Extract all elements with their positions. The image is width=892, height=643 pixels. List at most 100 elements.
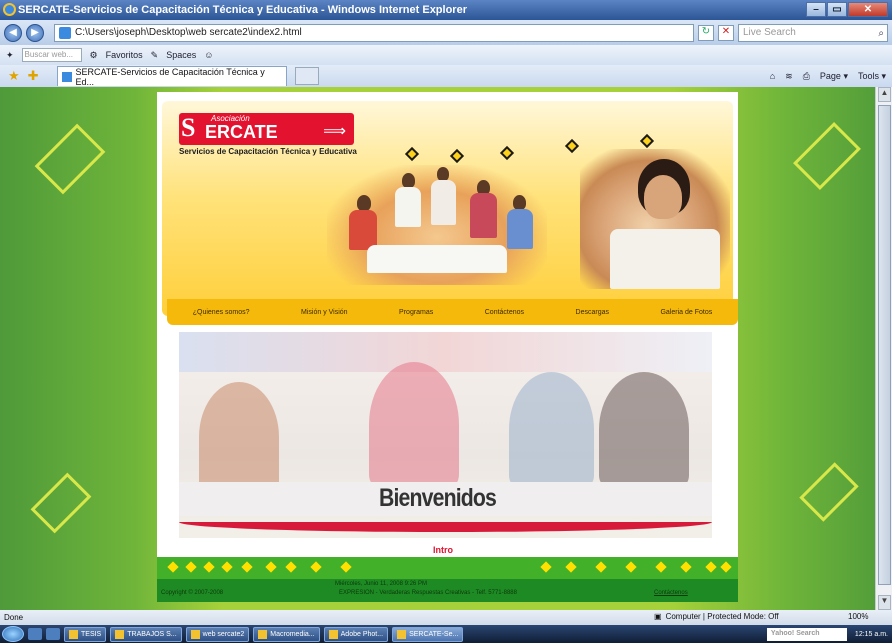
window-controls: – ▭ ✕ — [806, 2, 888, 17]
search-icon[interactable]: ⌕ — [878, 26, 884, 42]
toolbar-favorites[interactable]: Favoritos — [106, 50, 143, 60]
toolbar-pencil-icon[interactable]: ✎ — [151, 50, 159, 61]
nav-galeria-fotos[interactable]: Galeria de Fotos — [660, 309, 712, 316]
taskbar-button[interactable]: Macromedia... — [253, 626, 320, 642]
status-bar: Done ▣ Computer | Protected Mode: Off 10… — [0, 610, 892, 625]
banner-person — [509, 372, 594, 487]
tools-menu[interactable]: Tools ▾ — [858, 71, 886, 82]
macromedia-icon — [258, 629, 268, 639]
nav-programas[interactable]: Programas — [399, 309, 433, 316]
computer-icon: ▣ — [654, 612, 662, 621]
footer-diamond-icon — [241, 561, 253, 573]
stop-button[interactable]: ✕ — [718, 24, 734, 41]
quick-launch-ie-icon[interactable] — [28, 628, 42, 640]
intro-link[interactable]: Intro — [433, 545, 453, 555]
header-diamond-icon — [564, 138, 580, 154]
scroll-down-arrow-icon[interactable]: ▼ — [878, 595, 891, 610]
page-menu[interactable]: Page ▾ — [820, 71, 848, 82]
print-icon[interactable]: ⎙ — [803, 71, 810, 82]
tab-title: SERCATE-Servicios de Capacitación Técnic… — [75, 66, 265, 87]
folder-icon — [115, 629, 125, 639]
quick-launch-desktop-icon[interactable] — [46, 628, 60, 640]
refresh-button[interactable]: ↻ — [698, 24, 714, 41]
system-clock: 12:15 a.m. — [854, 630, 888, 638]
add-favorite-icon[interactable]: ✚ — [28, 68, 39, 84]
person-body — [507, 209, 533, 249]
back-button[interactable]: ◀ — [4, 23, 22, 42]
banner-stripe — [179, 522, 712, 532]
nav-descargas[interactable]: Descargas — [576, 309, 609, 316]
zone-text: Computer | Protected Mode: Off — [665, 612, 779, 621]
footer-contact-link[interactable]: Contáctenos — [654, 590, 688, 596]
person-body — [395, 187, 421, 227]
tab-sercate[interactable]: SERCATE-Servicios de Capacitación Técnic… — [56, 66, 287, 87]
person-head — [402, 173, 415, 188]
footer-diamond-icon — [680, 561, 692, 573]
footer-diamond-icon — [310, 561, 322, 573]
person-body — [470, 193, 497, 238]
nav-contactenos[interactable]: Contáctenos — [485, 309, 524, 316]
taskbar-button[interactable]: web sercate2 — [185, 626, 250, 642]
toolbar-spaces[interactable]: Spaces — [166, 50, 196, 60]
footer-diamond-icon — [540, 561, 552, 573]
address-field[interactable]: C:\Users\joseph\Desktop\web sercate2\ind… — [54, 23, 694, 42]
banner-person — [599, 372, 689, 487]
toolbar-logo-icon: ✦ — [6, 49, 14, 60]
home-icon[interactable]: ⌂ — [770, 71, 775, 82]
logo-s: S — [181, 113, 196, 142]
page-icon — [59, 26, 71, 39]
minimize-button[interactable]: – — [806, 2, 826, 17]
taskbar-button[interactable]: TRABAJOS S... — [110, 626, 182, 642]
new-tab-button[interactable] — [294, 67, 319, 85]
woman-blouse — [610, 229, 720, 289]
start-button[interactable] — [2, 626, 24, 642]
scroll-thumb[interactable] — [878, 105, 891, 585]
footer-diamond-icon — [167, 561, 179, 573]
footer-pattern-band — [157, 557, 738, 579]
taskbar-button[interactable]: Adobe Phot... — [323, 626, 389, 642]
footer-diamond-icon — [720, 561, 732, 573]
footer-diamond-icon — [285, 561, 297, 573]
toolbar-people-icon[interactable]: ☺ — [204, 50, 213, 60]
site-tagline: Servicios de Capacitación Técnica y Educ… — [179, 147, 357, 156]
taskbar-label: Adobe Phot... — [340, 630, 384, 638]
toolbar-search-input[interactable]: Buscar web... — [21, 48, 82, 62]
close-button[interactable]: ✕ — [848, 2, 888, 17]
footer-diamond-icon — [185, 561, 197, 573]
footer-diamond-icon — [340, 561, 352, 573]
person-head — [437, 167, 449, 181]
bg-diamond-right-bottom — [799, 462, 859, 522]
sercate-logo[interactable]: S Asociación ERCATE ⟹ — [179, 113, 354, 145]
address-url: C:\Users\joseph\Desktop\web sercate2\ind… — [75, 27, 302, 38]
toolbar-tools-icon[interactable]: ⚙ — [90, 50, 98, 61]
yahoo-search-input[interactable]: Yahoo! Search — [766, 627, 847, 641]
welcome-heading: Bienvenidos — [379, 484, 497, 512]
person-head — [513, 195, 526, 210]
nav-mision-vision[interactable]: Misión y Visión — [301, 309, 348, 316]
footer-diamond-icon — [221, 561, 233, 573]
address-toolbar: ◀ ▶ C:\Users\joseph\Desktop\web sercate2… — [0, 20, 892, 45]
feeds-icon[interactable]: ≋ — [785, 71, 793, 82]
bg-diamond-left-bottom — [30, 472, 92, 534]
taskbar-button[interactable]: TESIS — [64, 626, 107, 642]
maximize-button[interactable]: ▭ — [827, 2, 847, 17]
nav-quienes-somos[interactable]: ¿Quienes somos? — [193, 309, 250, 316]
footer-credit: EXPRESION - Verdaderas Respuestas Creati… — [339, 590, 517, 596]
live-search-input[interactable]: Live Search ⌕ — [738, 23, 888, 42]
favorites-star-icon[interactable]: ★ — [8, 68, 20, 84]
scroll-up-arrow-icon[interactable]: ▲ — [878, 87, 891, 102]
site-header: S Asociación ERCATE ⟹ Servicios de Capac… — [162, 101, 738, 325]
woman-face — [644, 175, 682, 219]
forward-button[interactable]: ▶ — [26, 23, 44, 42]
logo-arrow-icon: ⟹ — [323, 123, 346, 140]
footer-diamond-icon — [565, 561, 577, 573]
site-footer: Miércoles, Junio 11, 2008 9:26 PM EXPRES… — [157, 579, 738, 602]
footer-diamond-icon — [625, 561, 637, 573]
zoom-level[interactable]: 100% — [848, 612, 868, 621]
folder-icon — [190, 629, 200, 639]
vertical-scrollbar[interactable]: ▲ ▼ — [875, 87, 892, 610]
security-zone[interactable]: ▣ Computer | Protected Mode: Off — [654, 612, 779, 621]
taskbar-button-active[interactable]: SERCATE-Se... — [392, 626, 464, 642]
folder-icon — [69, 629, 78, 639]
footer-date: Miércoles, Junio 11, 2008 9:26 PM — [335, 581, 427, 587]
